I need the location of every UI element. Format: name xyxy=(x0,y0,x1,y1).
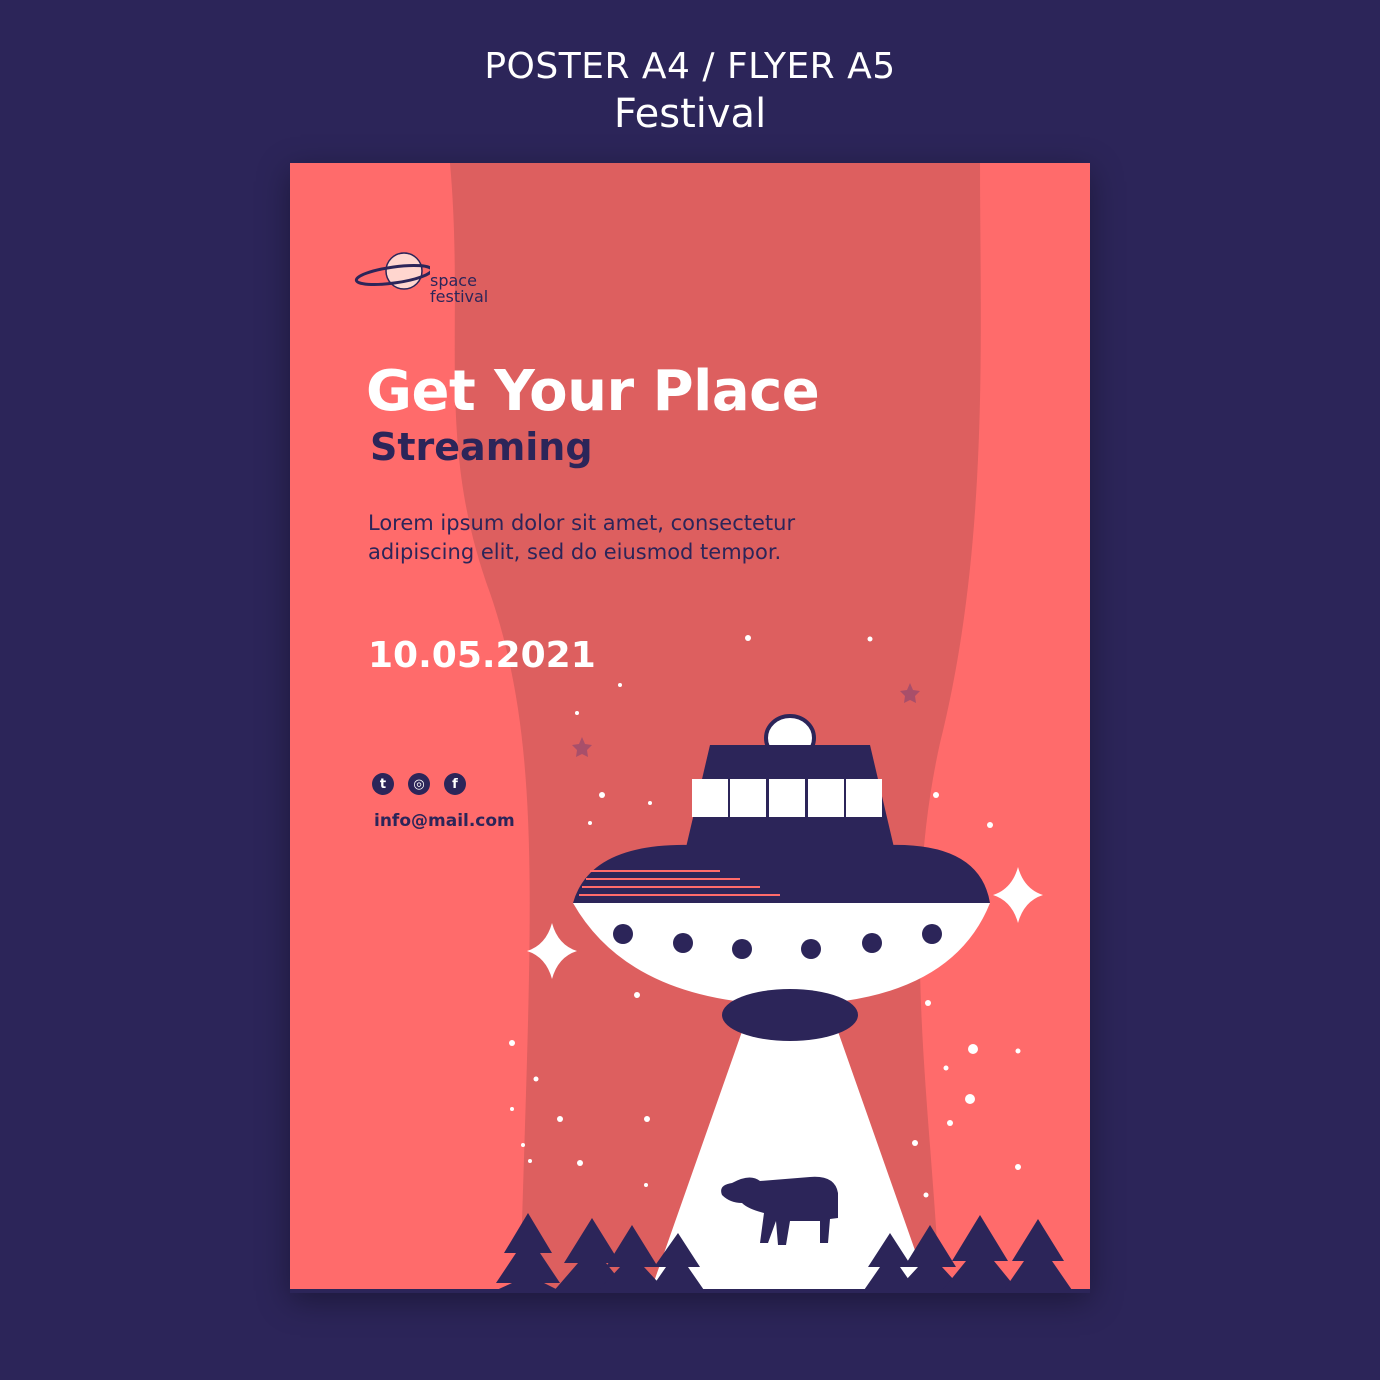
contact-email[interactable]: info@mail.com xyxy=(374,811,515,831)
poster-subtitle: Streaming xyxy=(370,425,593,469)
facebook-icon[interactable]: f xyxy=(444,773,466,795)
event-date: 10.05.2021 xyxy=(368,635,596,676)
logo-text: space festival xyxy=(430,273,488,305)
category-label: Festival xyxy=(613,91,767,137)
planet-icon xyxy=(354,252,430,290)
ufo-windows xyxy=(692,779,882,817)
instagram-icon[interactable]: ◎ xyxy=(408,773,430,795)
twitter-icon[interactable]: t xyxy=(372,773,394,795)
social-links: t ◎ f xyxy=(372,773,466,795)
format-label: POSTER A4 / FLYER A5 xyxy=(484,46,896,87)
poster: space festival Get Your Place Streaming … xyxy=(290,163,1090,1293)
logo-text-line2: festival xyxy=(430,287,489,306)
poster-illustration xyxy=(290,163,1090,1293)
poster-title: Get Your Place xyxy=(366,359,820,424)
space-festival-logo: space festival xyxy=(354,247,514,317)
page-header: POSTER A4 / FLYER A5 Festival xyxy=(0,44,1380,138)
poster-description: Lorem ipsum dolor sit amet, consectetur … xyxy=(368,511,796,564)
